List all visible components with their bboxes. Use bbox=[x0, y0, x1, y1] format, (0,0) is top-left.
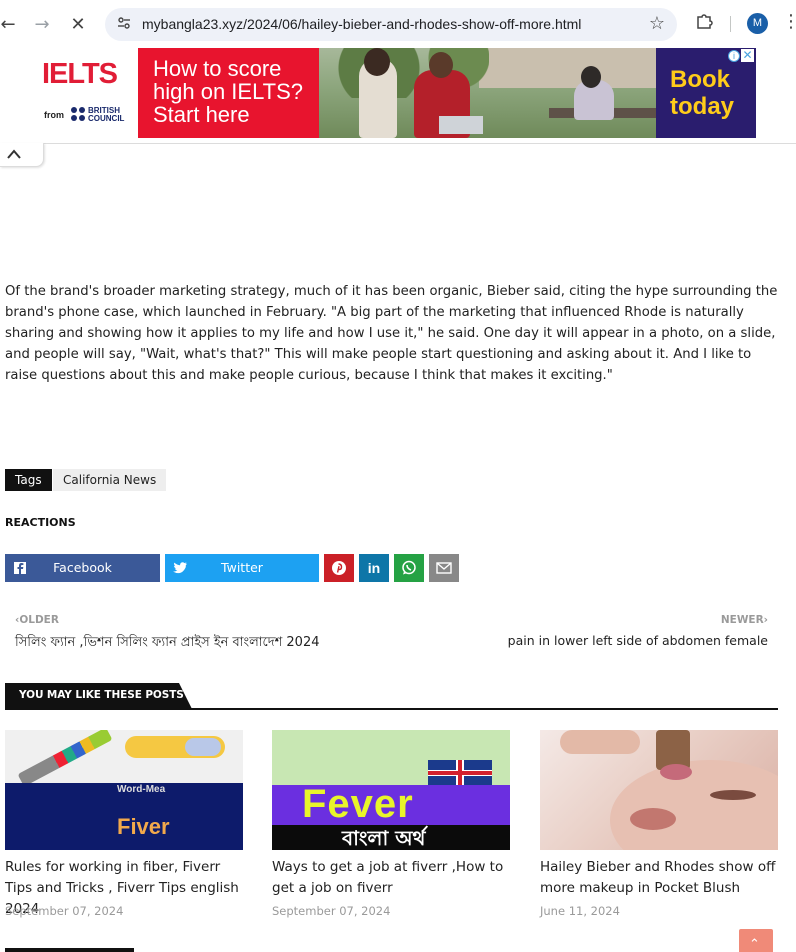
british-council-logo-icon bbox=[71, 107, 86, 122]
ad-headline-panel: How to score high on IELTS? Start here bbox=[138, 48, 319, 138]
thumbnail-caption: Word-Mea bbox=[117, 784, 166, 795]
post-date: September 07, 2024 bbox=[5, 904, 124, 918]
ad-logo-panel: IELTS from BRITISH COUNCIL bbox=[28, 48, 138, 138]
back-arrow-icon[interactable]: ← bbox=[0, 10, 22, 38]
extensions-puzzle-icon[interactable] bbox=[692, 12, 716, 36]
ad-headline: How to score high on IELTS? Start here bbox=[153, 56, 304, 127]
toolbar-separator bbox=[730, 16, 731, 32]
twitter-label: Twitter bbox=[221, 560, 263, 575]
address-bar[interactable]: mybangla23.xyz/2024/06/hailey-bieber-and… bbox=[105, 8, 677, 41]
thumbnail-caption: Fiver bbox=[117, 814, 170, 839]
thumbnail-caption: বাংলা অর্থ bbox=[342, 826, 426, 850]
ad-divider bbox=[0, 143, 796, 144]
share-linkedin-button[interactable]: in bbox=[359, 554, 389, 582]
next-section-header bbox=[5, 948, 134, 952]
tag-california-news[interactable]: California News bbox=[53, 469, 167, 491]
newer-link-label[interactable]: NEWER› bbox=[721, 614, 768, 626]
back-to-top-button[interactable]: ⌃ bbox=[739, 929, 773, 952]
ad-photo bbox=[319, 48, 656, 138]
collapse-ad-button[interactable] bbox=[0, 143, 44, 167]
tags-label: Tags bbox=[5, 469, 52, 491]
profile-avatar[interactable]: M bbox=[747, 13, 768, 34]
post-thumbnail[interactable] bbox=[540, 730, 778, 850]
browser-toolbar: ← → ✕ mybangla23.xyz/2024/06/hailey-bieb… bbox=[0, 0, 796, 48]
stop-loading-icon[interactable]: ✕ bbox=[64, 10, 92, 38]
ad-banner[interactable]: IELTS from BRITISH COUNCIL How to score … bbox=[28, 48, 756, 138]
pinterest-icon bbox=[332, 561, 346, 575]
share-twitter-button[interactable]: Twitter bbox=[165, 554, 319, 582]
ad-cta-panel[interactable]: Book today i ✕ bbox=[656, 48, 756, 138]
bookmark-star-icon[interactable]: ☆ bbox=[649, 14, 665, 34]
ad-cta[interactable]: Book today bbox=[670, 66, 756, 120]
post-title-link[interactable]: Ways to get a job at fiverr ,How to get … bbox=[272, 857, 510, 899]
post-thumbnail[interactable]: Word-Mea Fiver bbox=[5, 730, 243, 850]
post-date: September 07, 2024 bbox=[272, 904, 391, 918]
newer-post-link[interactable]: pain in lower left side of abdomen femal… bbox=[508, 633, 768, 648]
whatsapp-icon bbox=[402, 560, 416, 575]
thumbnail-caption: Fever bbox=[302, 782, 414, 826]
post-thumbnail[interactable]: Fever বাংলা অর্থ bbox=[272, 730, 510, 850]
chevron-up-icon: ⌃ bbox=[749, 937, 760, 952]
share-facebook-button[interactable]: Facebook bbox=[5, 554, 160, 582]
share-whatsapp-button[interactable] bbox=[394, 554, 424, 582]
forward-arrow-icon[interactable]: → bbox=[28, 10, 56, 38]
linkedin-icon: in bbox=[367, 560, 381, 576]
ad-close-icon[interactable]: ✕ bbox=[741, 49, 754, 62]
article-paragraph: Of the brand's broader marketing strateg… bbox=[5, 284, 778, 383]
site-info-icon[interactable] bbox=[115, 15, 133, 33]
uk-flag-icon bbox=[428, 760, 492, 786]
older-post-link[interactable]: সিলিং ফ্যান ,ভিশন সিলিং ফ্যান প্রাইস ইন … bbox=[15, 633, 320, 654]
ad-from-label: from bbox=[44, 110, 64, 120]
reactions-heading: REACTIONS bbox=[5, 516, 76, 529]
ad-info-icon[interactable]: i bbox=[728, 50, 740, 62]
url-text[interactable]: mybangla23.xyz/2024/06/hailey-bieber-and… bbox=[142, 16, 581, 32]
post-date: June 11, 2024 bbox=[540, 904, 620, 918]
related-posts-title: YOU MAY LIKE THESE POSTS bbox=[19, 689, 184, 701]
section-divider bbox=[5, 708, 778, 710]
share-email-button[interactable] bbox=[429, 554, 459, 582]
chevron-up-icon bbox=[7, 149, 21, 159]
browser-menu-icon[interactable]: ⋮ bbox=[782, 12, 796, 32]
share-pinterest-button[interactable] bbox=[324, 554, 354, 582]
ad-brand-logo: IELTS bbox=[42, 58, 118, 90]
chevron-right-icon: › bbox=[763, 614, 768, 626]
ad-council-label: BRITISH COUNCIL bbox=[88, 106, 125, 123]
email-envelope-icon bbox=[436, 562, 452, 574]
post-title-link[interactable]: Hailey Bieber and Rhodes show off more m… bbox=[540, 857, 778, 899]
facebook-label: Facebook bbox=[53, 560, 112, 575]
older-link-label[interactable]: ‹OLDER bbox=[15, 614, 59, 626]
